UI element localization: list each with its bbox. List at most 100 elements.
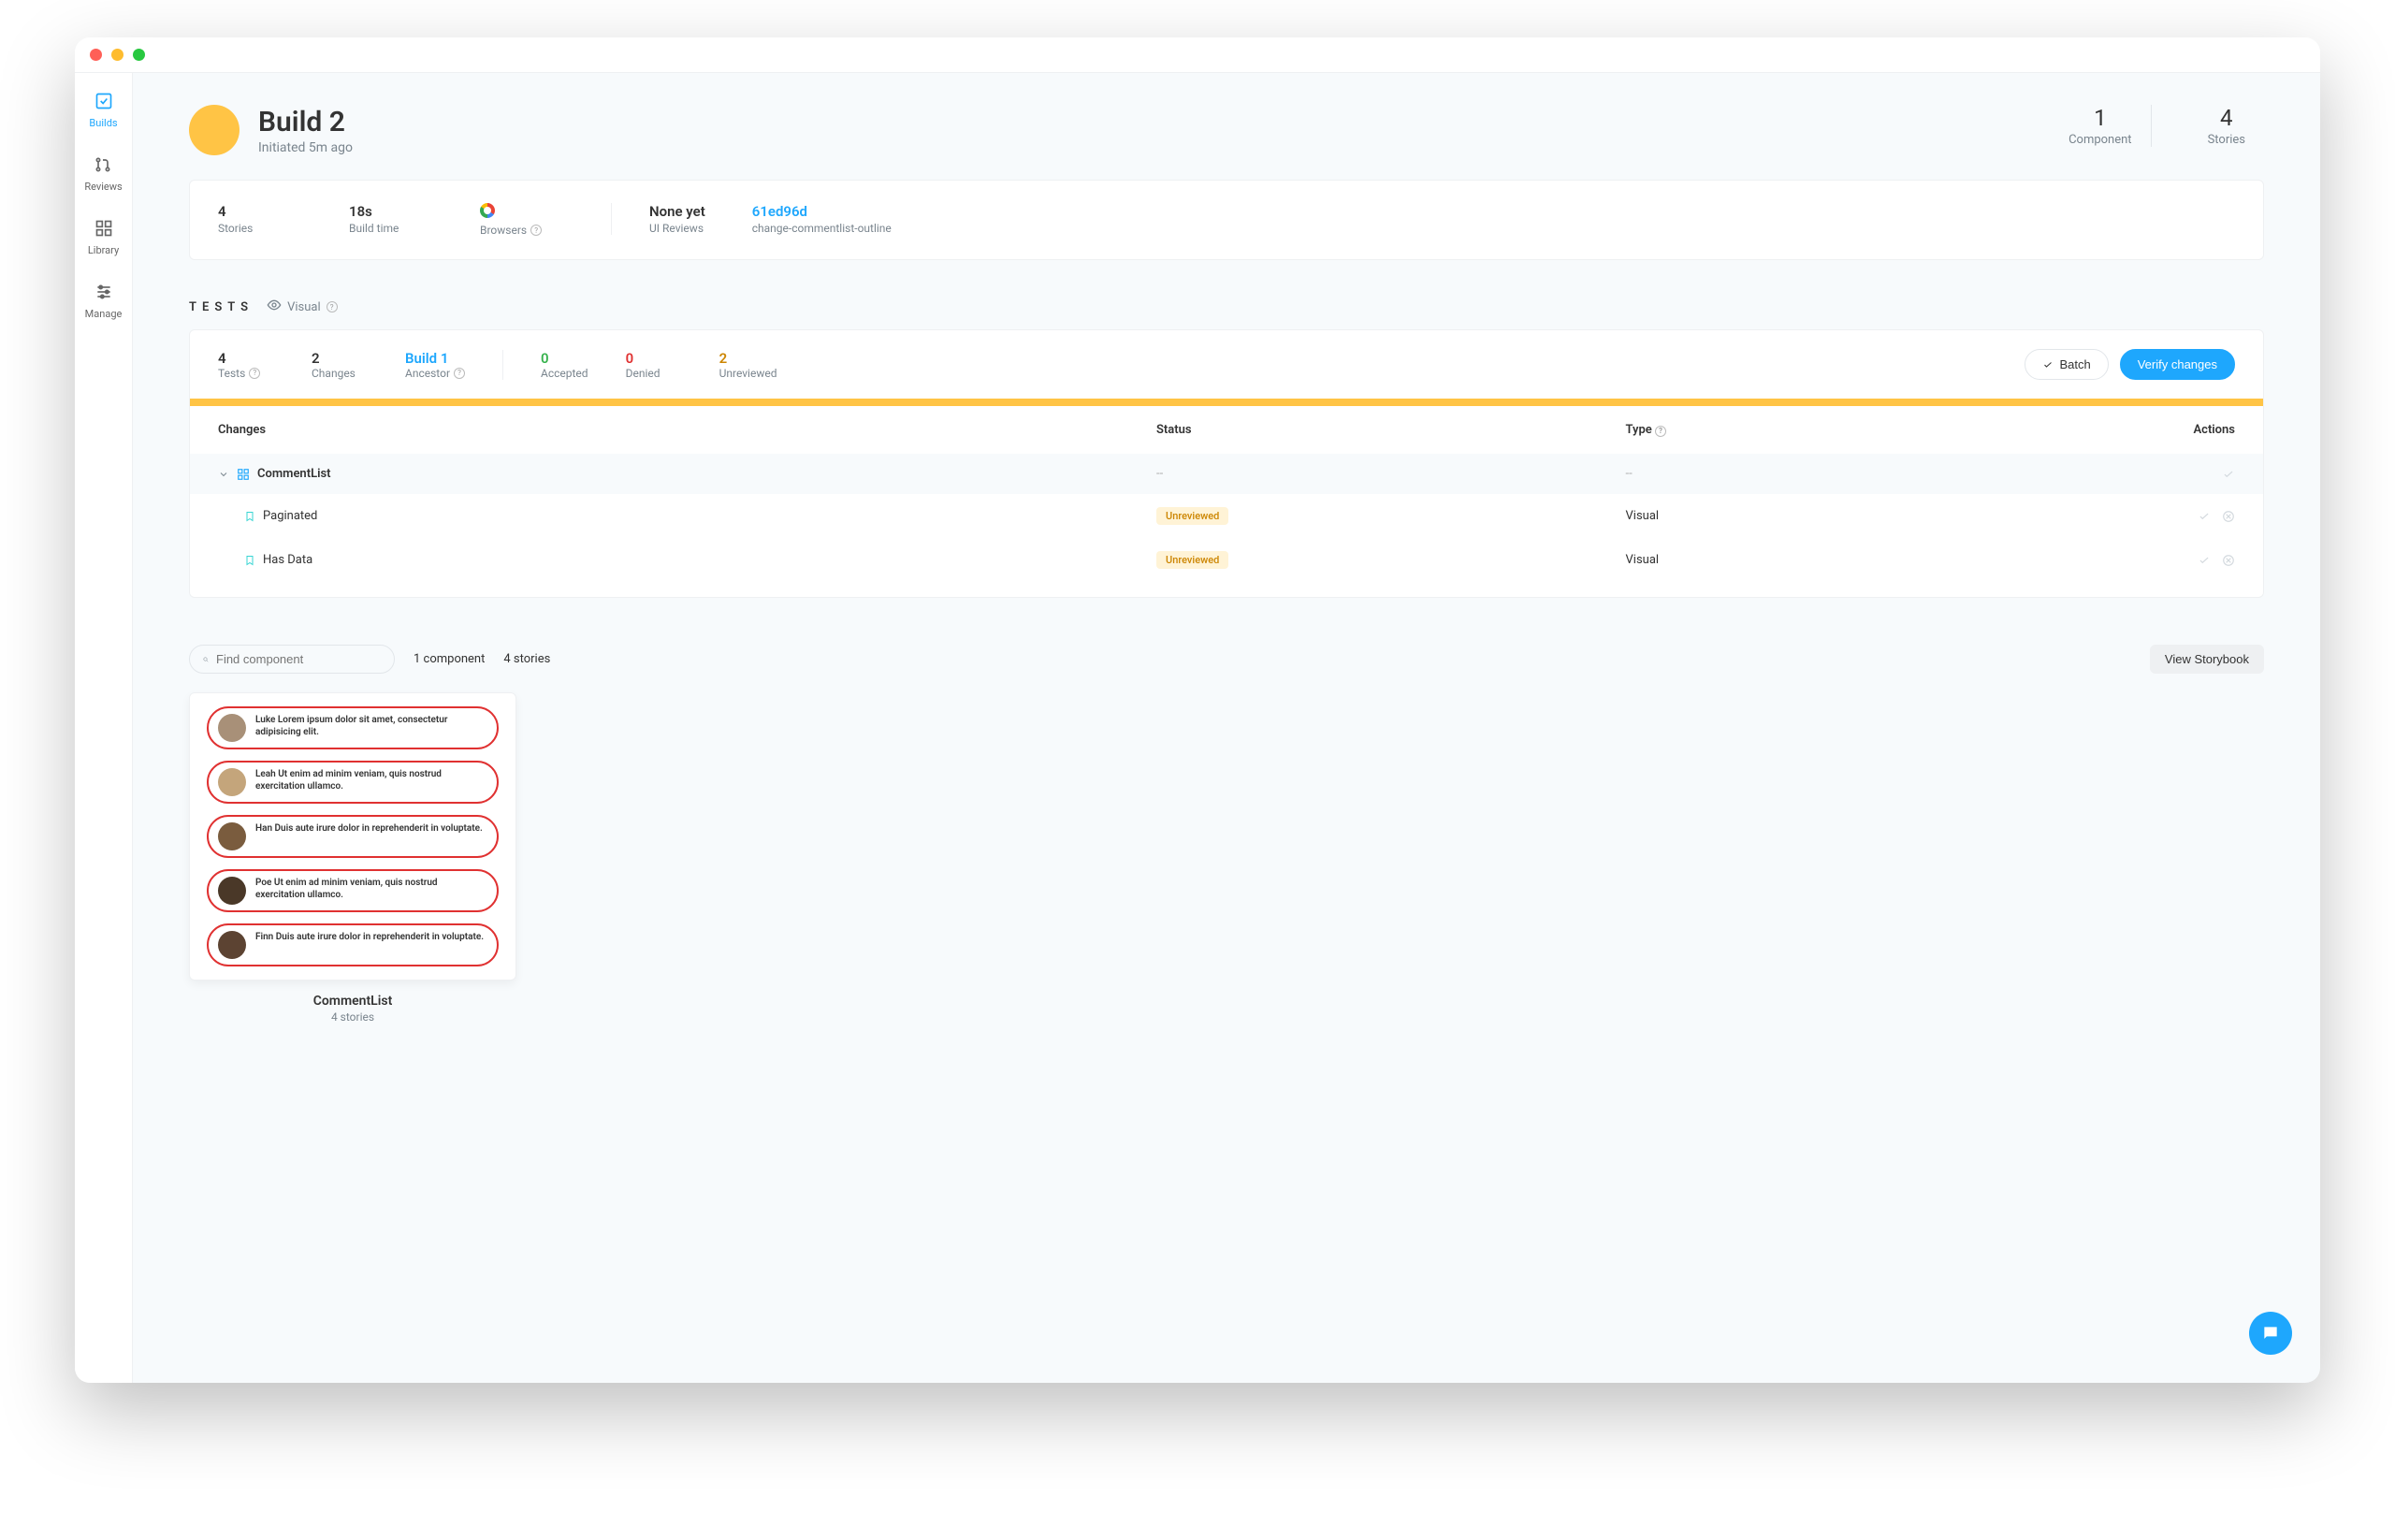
titlebar (75, 37, 2320, 73)
visual-filter[interactable]: Visual ? (267, 298, 338, 316)
stories-count-stat: 4 Stories (2189, 105, 2264, 147)
chrome-icon (480, 203, 495, 218)
maximize-button[interactable] (133, 49, 145, 61)
accepted-count: 0 (541, 350, 588, 367)
chevron-down-icon[interactable] (218, 469, 229, 480)
chat-button[interactable] (2249, 1312, 2292, 1355)
actions-cell (2095, 468, 2235, 481)
sliders-icon (94, 283, 113, 304)
help-icon[interactable]: ? (530, 225, 542, 236)
component-row[interactable]: CommentList -- -- (190, 454, 2263, 494)
list-item: Leah Ut enim ad minim veniam, quis nostr… (207, 761, 499, 804)
close-button[interactable] (90, 49, 102, 61)
accepted-label: Accepted (541, 367, 588, 380)
main-content: Build 2 Initiated 5m ago 1 Component 4 S… (133, 73, 2320, 1383)
build-status-badge (189, 105, 240, 155)
preview-name: CommentList (189, 994, 516, 1009)
browsers-value (480, 203, 564, 222)
denied-count: 0 (626, 350, 682, 367)
search-input[interactable] (216, 652, 381, 666)
deny-icon[interactable] (2222, 510, 2235, 523)
tests-label: Tests ? (218, 367, 274, 380)
avatar (218, 931, 246, 959)
help-icon[interactable]: ? (327, 301, 338, 312)
component-count: 1 component (414, 652, 485, 666)
filter-row: 1 component 4 stories View Storybook (189, 645, 2264, 674)
nav-label: Manage (85, 308, 123, 320)
nav-library[interactable]: Library (88, 219, 119, 256)
story-row[interactable]: Has Data Unreviewed Visual (190, 538, 2263, 582)
list-item: Poe Ut enim ad minim veniam, quis nostru… (207, 869, 499, 912)
nav-label: Builds (89, 117, 117, 129)
list-item: Han Duis aute irure dolor in reprehender… (207, 815, 499, 858)
changes-label: Changes (312, 367, 368, 380)
commit-hash[interactable]: 61ed96d (752, 203, 892, 220)
tests-count: 4 (218, 350, 274, 367)
uireviews-value: None yet (649, 203, 705, 220)
tests-card: 4 Tests ? 2 Changes Build 1 Ancestor ? (189, 329, 2264, 598)
branch-name: change-commentlist-outline (752, 222, 892, 235)
nav-reviews[interactable]: Reviews (84, 155, 122, 193)
eye-icon (267, 298, 282, 316)
ancestor-link[interactable]: Build 1 (405, 350, 465, 367)
status-pill: Unreviewed (1156, 551, 1228, 569)
nav-label: Reviews (84, 181, 122, 193)
buildtime-value: 18s (349, 203, 433, 220)
accept-icon[interactable] (2198, 554, 2211, 567)
search-icon (203, 653, 209, 666)
table-header: Changes Status Type ? Actions (190, 406, 2263, 454)
help-icon[interactable]: ? (1655, 426, 1666, 437)
help-icon[interactable]: ? (249, 368, 260, 379)
search-box[interactable] (189, 645, 395, 674)
avatar (218, 768, 246, 796)
story-row[interactable]: Paginated Unreviewed Visual (190, 494, 2263, 538)
check-icon[interactable] (2222, 468, 2235, 481)
status-pill: Unreviewed (1156, 507, 1228, 525)
traffic-lights (90, 49, 145, 61)
story-name: Paginated (263, 509, 317, 523)
grid-icon (94, 219, 113, 240)
buildtime-label: Build time (349, 222, 433, 235)
stat-value: 1 (2068, 105, 2132, 131)
pull-request-icon (94, 155, 112, 177)
nav-builds[interactable]: Builds (89, 92, 117, 129)
denied-label: Denied (626, 367, 682, 380)
ancestor-label: Ancestor ? (405, 367, 465, 380)
stat-label: Component (2068, 133, 2132, 147)
summary-card: 4 Stories 18s Build time Browsers ? None… (189, 180, 2264, 260)
col-status: Status (1156, 423, 1626, 437)
preview-sub: 4 stories (189, 1010, 516, 1024)
accept-icon[interactable] (2198, 510, 2211, 523)
progress-strip (190, 399, 2263, 406)
unreviewed-label: Unreviewed (719, 367, 777, 380)
minimize-button[interactable] (111, 49, 123, 61)
page-subtitle: Initiated 5m ago (258, 140, 353, 155)
nav-manage[interactable]: Manage (85, 283, 123, 320)
list-item: Finn Duis aute irure dolor in reprehende… (207, 923, 499, 966)
check-square-icon (94, 92, 113, 113)
check-icon (2042, 359, 2054, 370)
stat-label: Stories (2208, 133, 2245, 147)
stories-value: 4 (218, 203, 302, 220)
view-storybook-button[interactable]: View Storybook (2150, 645, 2264, 674)
component-preview[interactable]: Luke Lorem ipsum dolor sit amet, consect… (189, 692, 516, 1024)
col-changes: Changes (218, 423, 1156, 437)
browsers-label: Browsers ? (480, 224, 564, 237)
status-cell: -- (1156, 467, 1626, 481)
page-title: Build 2 (258, 106, 353, 138)
bookmark-icon (244, 554, 255, 567)
type-cell: Visual (1626, 553, 2096, 567)
batch-button[interactable]: Batch (2025, 349, 2108, 380)
verify-changes-button[interactable]: Verify changes (2120, 349, 2235, 380)
nav-label: Library (88, 244, 119, 256)
sidebar: Builds Reviews Library Manage (75, 73, 133, 1383)
type-cell: Visual (1626, 509, 2096, 523)
deny-icon[interactable] (2222, 554, 2235, 567)
col-type: Type ? (1626, 423, 2096, 437)
avatar (218, 714, 246, 742)
avatar (218, 822, 246, 850)
stat-value: 4 (2208, 105, 2245, 131)
story-count: 4 stories (503, 652, 550, 666)
help-icon[interactable]: ? (454, 368, 465, 379)
tests-heading: TESTS Visual ? (189, 298, 2264, 316)
